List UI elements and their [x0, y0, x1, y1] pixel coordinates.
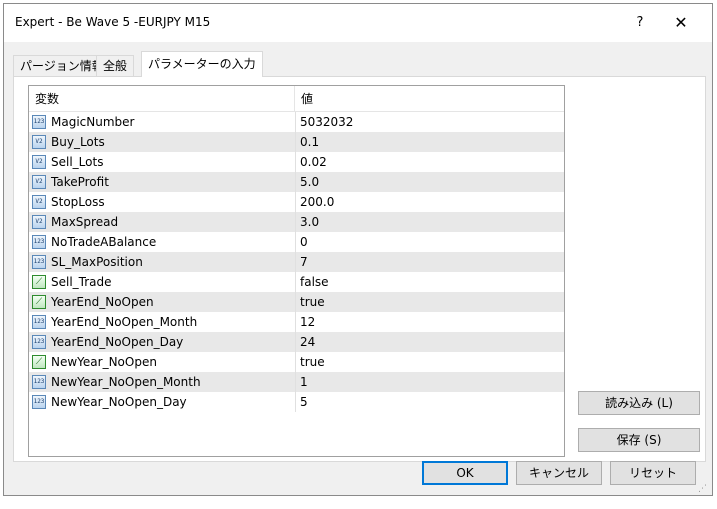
- table-row[interactable]: V2 TakeProfit 5.0: [29, 172, 564, 192]
- parameter-name-cell[interactable]: ⟋ NewYear_NoOpen: [29, 352, 295, 372]
- grid-rows: 123 MagicNumber 5032032 V2 Buy_Lots 0.1 V2 Sell…: [29, 112, 564, 412]
- parameter-value-cell[interactable]: 1: [295, 372, 564, 392]
- parameter-value-cell[interactable]: 3.0: [295, 212, 564, 232]
- double-v2-icon: V2: [32, 215, 46, 229]
- parameter-name: NewYear_NoOpen_Month: [51, 375, 201, 389]
- table-row[interactable]: V2 StopLoss 200.0: [29, 192, 564, 212]
- int-123-icon: 123: [32, 315, 46, 329]
- parameter-value-cell[interactable]: true: [295, 292, 564, 312]
- window-title: Expert - Be Wave 5 -EURJPY M15: [15, 15, 211, 29]
- int-123-icon: 123: [32, 395, 46, 409]
- parameter-name-cell[interactable]: ⟋ Sell_Trade: [29, 272, 295, 292]
- parameter-name: Sell_Lots: [51, 155, 104, 169]
- parameter-name: StopLoss: [51, 195, 105, 209]
- double-v2-icon: V2: [32, 175, 46, 189]
- parameter-name: NewYear_NoOpen: [51, 355, 157, 369]
- table-row[interactable]: 123 NoTradeABalance 0: [29, 232, 564, 252]
- parameter-value-cell[interactable]: 5.0: [295, 172, 564, 192]
- parameters-panel: 変数 値 123 MagicNumber 5032032 V2 Buy_Lots 0.1 V…: [13, 76, 706, 462]
- table-row[interactable]: ⟋ YearEnd_NoOpen true: [29, 292, 564, 312]
- table-row[interactable]: 123 NewYear_NoOpen_Month 1: [29, 372, 564, 392]
- parameter-value-cell[interactable]: 5: [295, 392, 564, 412]
- int-123-icon: 123: [32, 235, 46, 249]
- table-row[interactable]: 123 MagicNumber 5032032: [29, 112, 564, 132]
- parameters-grid: 変数 値 123 MagicNumber 5032032 V2 Buy_Lots 0.1 V…: [28, 85, 565, 457]
- expert-dialog: Expert - Be Wave 5 -EURJPY M15 ? ✕ パージョン…: [3, 3, 713, 496]
- parameter-name-cell[interactable]: 123 NoTradeABalance: [29, 232, 295, 252]
- parameter-value-cell[interactable]: false: [295, 272, 564, 292]
- parameter-value-cell[interactable]: true: [295, 352, 564, 372]
- parameter-name: Buy_Lots: [51, 135, 105, 149]
- int-123-icon: 123: [32, 115, 46, 129]
- parameter-name: YearEnd_NoOpen_Month: [51, 315, 198, 329]
- parameter-value-cell[interactable]: 24: [295, 332, 564, 352]
- parameter-value-cell[interactable]: 0.02: [295, 152, 564, 172]
- ok-button[interactable]: OK: [422, 461, 508, 485]
- table-row[interactable]: V2 Buy_Lots 0.1: [29, 132, 564, 152]
- parameter-name-cell[interactable]: V2 TakeProfit: [29, 172, 295, 192]
- bool-icon: ⟋: [32, 355, 46, 369]
- save-button[interactable]: 保存 (S): [578, 428, 700, 452]
- parameter-name: YearEnd_NoOpen_Day: [51, 335, 184, 349]
- parameter-name-cell[interactable]: V2 Buy_Lots: [29, 132, 295, 152]
- bool-icon: ⟋: [32, 295, 46, 309]
- parameter-name: SL_MaxPosition: [51, 255, 143, 269]
- double-v2-icon: V2: [32, 195, 46, 209]
- int-123-icon: 123: [32, 255, 46, 269]
- table-row[interactable]: V2 Sell_Lots 0.02: [29, 152, 564, 172]
- title-bar: Expert - Be Wave 5 -EURJPY M15 ? ✕: [4, 4, 712, 42]
- parameter-name-cell[interactable]: V2 MaxSpread: [29, 212, 295, 232]
- table-row[interactable]: V2 MaxSpread 3.0: [29, 212, 564, 232]
- bool-icon: ⟋: [32, 275, 46, 289]
- parameter-value-cell[interactable]: 0: [295, 232, 564, 252]
- parameter-name-cell[interactable]: V2 StopLoss: [29, 192, 295, 212]
- parameter-name-cell[interactable]: 123 YearEnd_NoOpen_Day: [29, 332, 295, 352]
- table-row[interactable]: ⟋ NewYear_NoOpen true: [29, 352, 564, 372]
- parameter-name: Sell_Trade: [51, 275, 112, 289]
- column-header-variable[interactable]: 変数: [29, 86, 59, 112]
- parameter-value-cell[interactable]: 7: [295, 252, 564, 272]
- int-123-icon: 123: [32, 375, 46, 389]
- parameter-name-cell[interactable]: 123 YearEnd_NoOpen_Month: [29, 312, 295, 332]
- help-button[interactable]: ?: [628, 12, 652, 34]
- parameter-name-cell[interactable]: 123 NewYear_NoOpen_Day: [29, 392, 295, 412]
- parameter-value-cell[interactable]: 5032032: [295, 112, 564, 132]
- parameter-value-cell[interactable]: 200.0: [295, 192, 564, 212]
- double-v2-icon: V2: [32, 135, 46, 149]
- double-v2-icon: V2: [32, 155, 46, 169]
- parameter-name: TakeProfit: [51, 175, 109, 189]
- parameter-value-cell[interactable]: 0.1: [295, 132, 564, 152]
- parameter-name: MaxSpread: [51, 215, 119, 229]
- int-123-icon: 123: [32, 335, 46, 349]
- parameter-name-cell[interactable]: 123 MagicNumber: [29, 112, 295, 132]
- parameter-name: NoTradeABalance: [51, 235, 157, 249]
- parameter-name-cell[interactable]: 123 SL_MaxPosition: [29, 252, 295, 272]
- parameter-name: NewYear_NoOpen_Day: [51, 395, 187, 409]
- tab-input-parameters[interactable]: パラメーターの入力: [141, 51, 263, 77]
- table-row[interactable]: 123 YearEnd_NoOpen_Month 12: [29, 312, 564, 332]
- load-button[interactable]: 読み込み (L): [578, 391, 700, 415]
- parameter-name-cell[interactable]: 123 NewYear_NoOpen_Month: [29, 372, 295, 392]
- resize-grip-icon[interactable]: ⋰: [698, 484, 707, 494]
- table-row[interactable]: 123 SL_MaxPosition 7: [29, 252, 564, 272]
- tab-general[interactable]: 全般: [96, 55, 135, 77]
- parameter-value-cell[interactable]: 12: [295, 312, 564, 332]
- column-header-value[interactable]: 値: [295, 86, 313, 112]
- table-row[interactable]: 123 YearEnd_NoOpen_Day 24: [29, 332, 564, 352]
- parameter-name: MagicNumber: [51, 115, 135, 129]
- cancel-button[interactable]: キャンセル: [516, 461, 602, 485]
- parameter-name-cell[interactable]: V2 Sell_Lots: [29, 152, 295, 172]
- reset-button[interactable]: リセット: [610, 461, 696, 485]
- close-button[interactable]: ✕: [668, 10, 694, 36]
- parameter-name-cell[interactable]: ⟋ YearEnd_NoOpen: [29, 292, 295, 312]
- table-row[interactable]: ⟋ Sell_Trade false: [29, 272, 564, 292]
- grid-header: 変数 値: [29, 86, 564, 112]
- parameter-name: YearEnd_NoOpen: [51, 295, 154, 309]
- table-row[interactable]: 123 NewYear_NoOpen_Day 5: [29, 392, 564, 412]
